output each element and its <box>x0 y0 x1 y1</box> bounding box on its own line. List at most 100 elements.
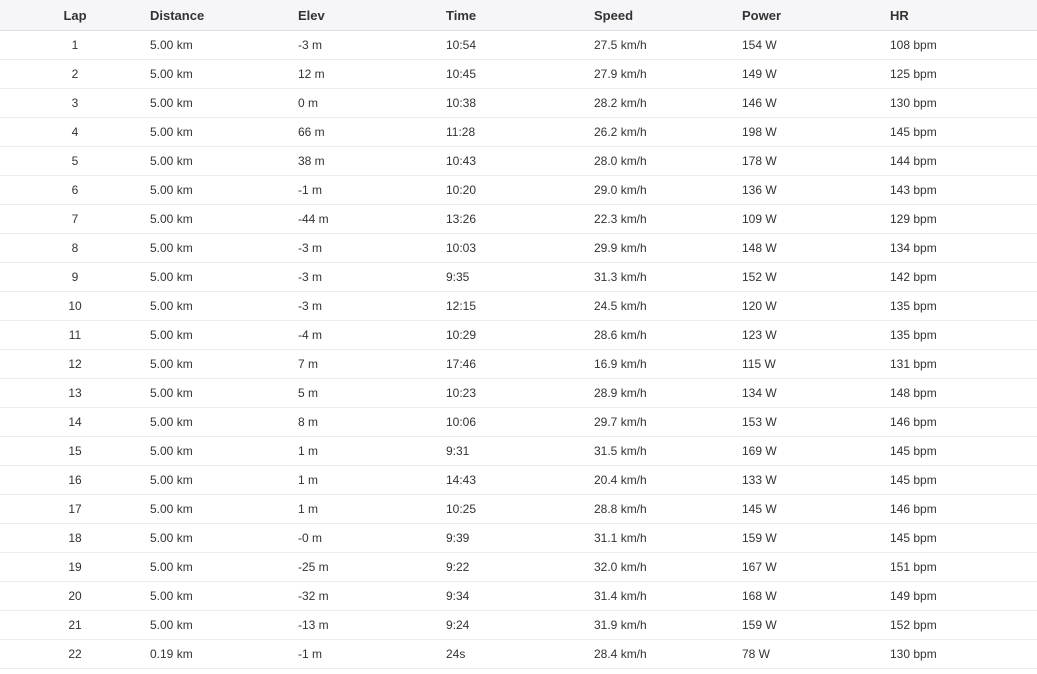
cell-power: 198 W <box>742 117 890 147</box>
cell-hr: 145 bpm <box>890 117 1037 147</box>
table-row: 13 5.00 km 5 m 10:23 28.9 km/h 134 W 148 bpm <box>0 378 1037 408</box>
column-header-power[interactable]: Power <box>742 0 890 31</box>
cell-lap: 22 <box>0 639 150 669</box>
cell-speed: 28.9 km/h <box>594 378 742 408</box>
cell-speed: 29.0 km/h <box>594 175 742 205</box>
table-row: 18 5.00 km -0 m 9:39 31.1 km/h 159 W 145 bpm <box>0 523 1037 553</box>
cell-time: 10:38 <box>446 88 594 118</box>
cell-elev: -3 m <box>298 30 446 60</box>
cell-hr: 146 bpm <box>890 407 1037 437</box>
cell-distance: 5.00 km <box>150 320 298 350</box>
table-row: 15 5.00 km 1 m 9:31 31.5 km/h 169 W 145 bpm <box>0 436 1037 466</box>
cell-elev: 12 m <box>298 59 446 89</box>
column-header-hr[interactable]: HR <box>890 0 1037 31</box>
laps-table: Lap Distance Elev Time Speed Power HR 15… <box>0 0 1037 669</box>
table-row: 16 5.00 km 1 m 14:43 20.4 km/h 133 W 145 bpm <box>0 465 1037 495</box>
cell-distance: 5.00 km <box>150 117 298 147</box>
cell-speed: 28.6 km/h <box>594 320 742 350</box>
cell-speed: 16.9 km/h <box>594 349 742 379</box>
cell-power: 168 W <box>742 581 890 611</box>
cell-lap: 18 <box>0 523 150 553</box>
cell-hr: 142 bpm <box>890 262 1037 292</box>
cell-hr: 125 bpm <box>890 59 1037 89</box>
cell-power: 167 W <box>742 552 890 582</box>
cell-power: 159 W <box>742 610 890 640</box>
cell-distance: 5.00 km <box>150 552 298 582</box>
cell-lap: 1 <box>0 30 150 60</box>
cell-time: 10:23 <box>446 378 594 408</box>
cell-hr: 149 bpm <box>890 581 1037 611</box>
cell-speed: 28.4 km/h <box>594 639 742 669</box>
column-header-time[interactable]: Time <box>446 0 594 31</box>
cell-time: 10:25 <box>446 494 594 524</box>
cell-hr: 152 bpm <box>890 610 1037 640</box>
cell-lap: 4 <box>0 117 150 147</box>
cell-power: 145 W <box>742 494 890 524</box>
column-header-distance[interactable]: Distance <box>150 0 298 31</box>
cell-time: 9:34 <box>446 581 594 611</box>
table-row: 1 5.00 km -3 m 10:54 27.5 km/h 154 W 108 bpm <box>0 30 1037 60</box>
column-header-lap[interactable]: Lap <box>0 0 150 31</box>
cell-distance: 5.00 km <box>150 581 298 611</box>
cell-speed: 29.7 km/h <box>594 407 742 437</box>
cell-power: 146 W <box>742 88 890 118</box>
column-header-speed[interactable]: Speed <box>594 0 742 31</box>
cell-distance: 5.00 km <box>150 88 298 118</box>
cell-power: 149 W <box>742 59 890 89</box>
cell-hr: 145 bpm <box>890 465 1037 495</box>
cell-lap: 14 <box>0 407 150 437</box>
cell-time: 10:06 <box>446 407 594 437</box>
cell-distance: 5.00 km <box>150 349 298 379</box>
cell-time: 9:35 <box>446 262 594 292</box>
table-row: 20 5.00 km -32 m 9:34 31.4 km/h 168 W 149 bpm <box>0 581 1037 611</box>
cell-hr: 143 bpm <box>890 175 1037 205</box>
cell-lap: 9 <box>0 262 150 292</box>
cell-hr: 145 bpm <box>890 436 1037 466</box>
cell-time: 10:43 <box>446 146 594 176</box>
cell-speed: 27.5 km/h <box>594 30 742 60</box>
table-row: 22 0.19 km -1 m 24s 28.4 km/h 78 W 130 bpm <box>0 639 1037 669</box>
cell-elev: 66 m <box>298 117 446 147</box>
cell-power: 148 W <box>742 233 890 263</box>
cell-elev: -4 m <box>298 320 446 350</box>
cell-distance: 5.00 km <box>150 465 298 495</box>
cell-time: 13:26 <box>446 204 594 234</box>
cell-hr: 130 bpm <box>890 88 1037 118</box>
cell-lap: 19 <box>0 552 150 582</box>
table-row: 12 5.00 km 7 m 17:46 16.9 km/h 115 W 131 bpm <box>0 349 1037 379</box>
cell-distance: 5.00 km <box>150 146 298 176</box>
cell-power: 178 W <box>742 146 890 176</box>
cell-speed: 31.4 km/h <box>594 581 742 611</box>
cell-elev: -3 m <box>298 233 446 263</box>
cell-speed: 29.9 km/h <box>594 233 742 263</box>
cell-lap: 8 <box>0 233 150 263</box>
cell-hr: 148 bpm <box>890 378 1037 408</box>
cell-distance: 0.19 km <box>150 639 298 669</box>
cell-time: 14:43 <box>446 465 594 495</box>
cell-hr: 108 bpm <box>890 30 1037 60</box>
cell-power: 78 W <box>742 639 890 669</box>
cell-hr: 135 bpm <box>890 291 1037 321</box>
cell-power: 136 W <box>742 175 890 205</box>
cell-elev: -3 m <box>298 291 446 321</box>
cell-distance: 5.00 km <box>150 291 298 321</box>
laps-table-header: Lap Distance Elev Time Speed Power HR <box>0 0 1037 31</box>
cell-speed: 28.2 km/h <box>594 88 742 118</box>
cell-elev: -32 m <box>298 581 446 611</box>
cell-distance: 5.00 km <box>150 494 298 524</box>
cell-power: 159 W <box>742 523 890 553</box>
cell-lap: 17 <box>0 494 150 524</box>
cell-time: 10:20 <box>446 175 594 205</box>
table-row: 14 5.00 km 8 m 10:06 29.7 km/h 153 W 146 bpm <box>0 407 1037 437</box>
table-row: 4 5.00 km 66 m 11:28 26.2 km/h 198 W 145 bpm <box>0 117 1037 147</box>
cell-time: 10:45 <box>446 59 594 89</box>
cell-time: 17:46 <box>446 349 594 379</box>
cell-speed: 22.3 km/h <box>594 204 742 234</box>
cell-distance: 5.00 km <box>150 407 298 437</box>
column-header-elev[interactable]: Elev <box>298 0 446 31</box>
cell-distance: 5.00 km <box>150 262 298 292</box>
cell-lap: 2 <box>0 59 150 89</box>
cell-speed: 24.5 km/h <box>594 291 742 321</box>
table-row: 3 5.00 km 0 m 10:38 28.2 km/h 146 W 130 bpm <box>0 88 1037 118</box>
cell-speed: 28.0 km/h <box>594 146 742 176</box>
